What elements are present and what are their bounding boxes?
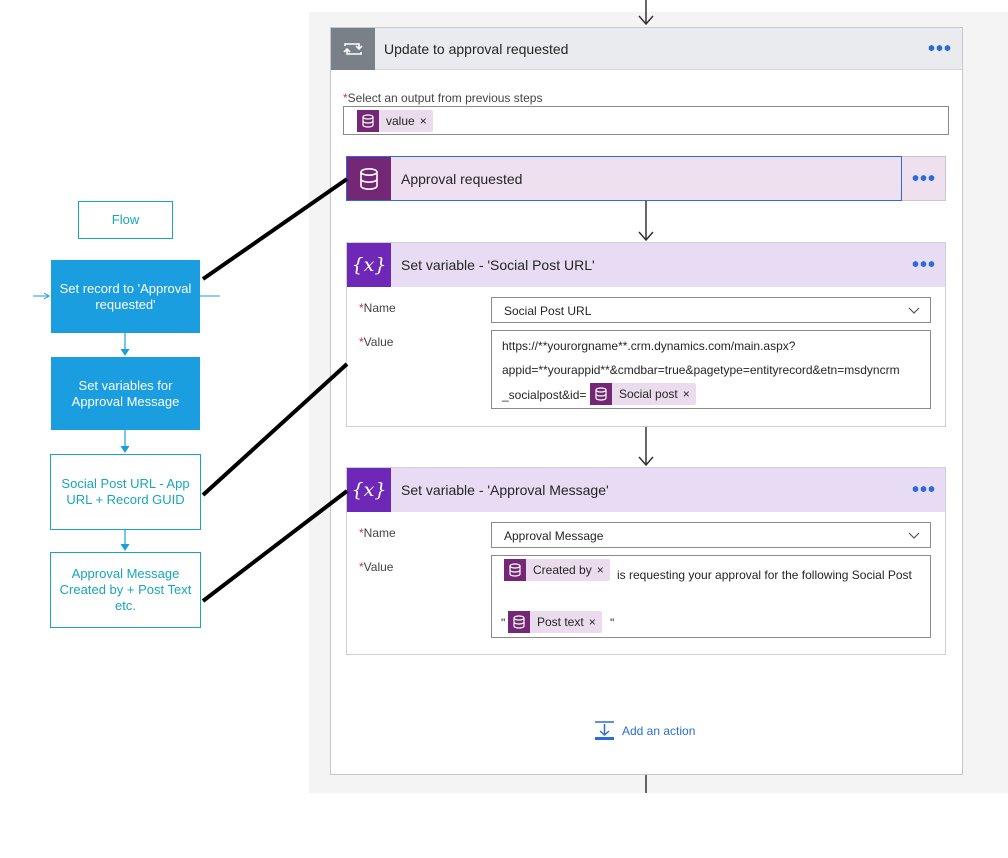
set-variable-url-more-menu[interactable]: •••: [912, 255, 936, 275]
remove-token-button[interactable]: ×: [420, 114, 433, 128]
name-dropdown-value: Social Post URL: [504, 304, 592, 318]
remove-token-button[interactable]: ×: [683, 387, 696, 401]
variable-icon: {x}: [347, 243, 391, 287]
quote-close: ": [610, 616, 615, 630]
name-dropdown[interactable]: Approval Message: [491, 522, 931, 548]
quote-open: ": [501, 616, 506, 630]
created-by-token: Created by ×: [504, 559, 610, 581]
loop-icon: [331, 28, 375, 70]
post-text-token-label: Post text: [537, 615, 584, 629]
value-token-label: value: [386, 114, 415, 128]
set-variable-message-title: Set variable - 'Approval Message': [401, 482, 609, 498]
variable-icon: {x}: [347, 468, 391, 512]
flow-step-approval-message: Approval Message Created by + Post Text …: [50, 552, 201, 628]
connector-line-bottom: [645, 775, 647, 793]
approval-requested-title: Approval requested: [401, 171, 523, 187]
value-field-url[interactable]: https://**yourorgname**.crm.dynamics.com…: [491, 330, 931, 409]
flow-step-social-post-url: Social Post URL - App URL + Record GUID: [50, 454, 201, 530]
value-label: *Value: [359, 335, 393, 349]
dataverse-icon: [508, 611, 530, 633]
set-variable-url-title: Set variable - 'Social Post URL': [401, 257, 595, 273]
value-line-2: appid=**yourappid**&cmdbar=true&pagetype…: [502, 363, 900, 377]
connector-arrow: [638, 427, 654, 467]
post-text-token: Post text ×: [508, 611, 602, 633]
flow-step-set-record: Set record to 'Approval requested': [51, 260, 200, 333]
social-post-token-label: Social post: [619, 387, 678, 401]
select-output-field[interactable]: value ×: [343, 106, 949, 135]
select-output-label: *Select an output from previous steps: [343, 91, 542, 105]
name-label-text: Name: [363, 526, 396, 540]
name-dropdown[interactable]: Social Post URL: [491, 297, 931, 323]
value-token: value ×: [357, 110, 433, 132]
add-an-action-button[interactable]: Add an action: [594, 721, 695, 741]
connector-arrow-top: [638, 0, 654, 26]
dataverse-icon: [590, 383, 612, 405]
select-output-label-text: Select an output from previous steps: [347, 91, 543, 105]
add-action-icon: [595, 721, 614, 740]
name-label: *Name: [359, 526, 396, 540]
chevron-down-icon: [908, 307, 920, 314]
remove-token-button[interactable]: ×: [589, 615, 602, 629]
value-line-3: _socialpost&id=: [502, 388, 587, 402]
created-by-token-label: Created by: [533, 563, 592, 577]
flow-step-set-variables: Set variables for Approval Message: [51, 357, 200, 430]
value-label: *Value: [359, 560, 393, 574]
scope-title: Update to approval requested: [384, 41, 569, 57]
chevron-down-icon: [908, 532, 920, 539]
message-text: is requesting your approval for the foll…: [617, 568, 912, 582]
set-variable-message-more-menu[interactable]: •••: [912, 480, 936, 500]
value-label-text: Value: [363, 335, 394, 349]
value-line-1: https://**yourorgname**.crm.dynamics.com…: [502, 339, 796, 353]
value-field-message[interactable]: Created by × is requesting your approval…: [491, 555, 931, 638]
name-dropdown-value: Approval Message: [504, 529, 604, 543]
dataverse-icon: [357, 110, 379, 132]
connector-arrow: [638, 201, 654, 242]
flow-header-box: Flow: [78, 201, 173, 239]
social-post-token: Social post ×: [590, 383, 696, 405]
name-label: *Name: [359, 301, 396, 315]
value-label-text: Value: [363, 560, 394, 574]
scope-more-menu[interactable]: •••: [928, 39, 952, 59]
remove-token-button[interactable]: ×: [597, 563, 610, 577]
name-label-text: Name: [363, 301, 396, 315]
dataverse-icon: [347, 157, 391, 200]
approval-card-more-menu[interactable]: •••: [912, 169, 936, 189]
dataverse-icon: [504, 559, 526, 581]
add-an-action-label: Add an action: [622, 724, 696, 738]
